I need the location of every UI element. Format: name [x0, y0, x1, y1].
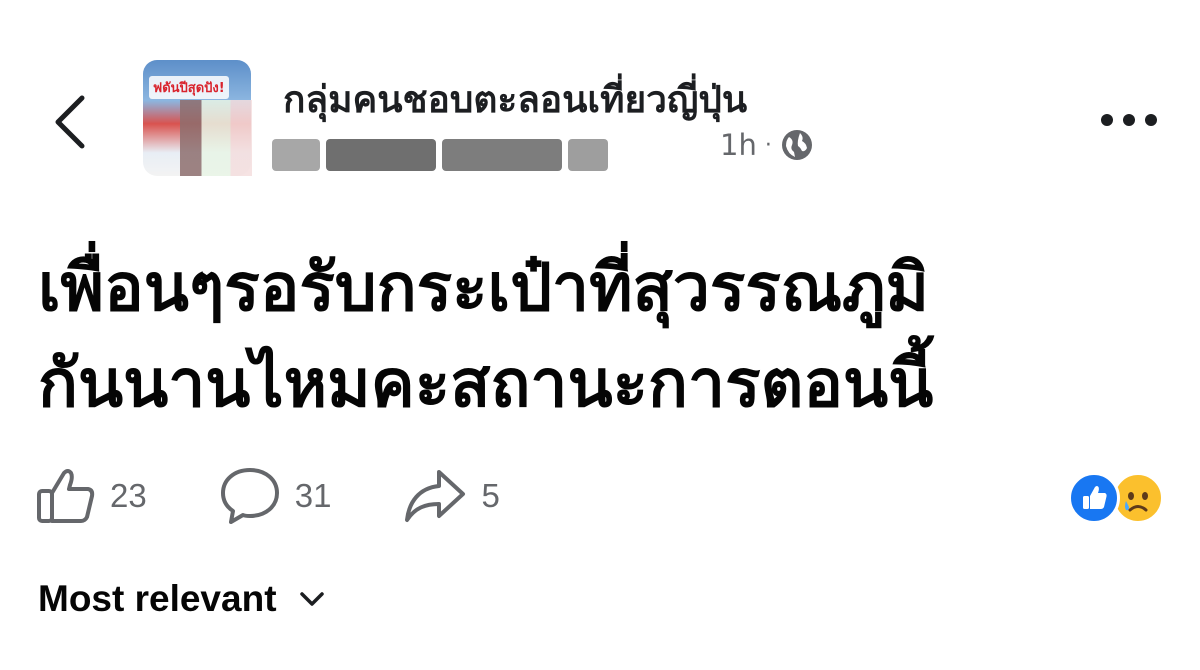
like-count: 23 — [110, 477, 147, 514]
share-button[interactable]: 5 — [403, 468, 500, 524]
like-reaction-icon — [1068, 472, 1120, 524]
redaction-block — [272, 139, 320, 171]
thumbs-up-icon — [37, 469, 95, 523]
post-action-bar: 23 31 5 — [36, 466, 572, 526]
chevron-left-icon — [55, 95, 85, 149]
post-detail-screen: ฟดันปีสุดปัง! กลุ่มคนชอบตะลอนเที่ยวญี่ปุ… — [0, 0, 1200, 670]
more-horizontal-icon — [1101, 114, 1157, 126]
globe-icon — [781, 130, 812, 160]
share-icon — [405, 470, 466, 522]
author-avatar[interactable] — [180, 100, 252, 176]
chevron-down-icon — [299, 592, 324, 606]
post-text-line: เพื่อนๆรอรับกระเป๋าที่สุวรรณภูมิ — [38, 249, 930, 326]
group-thumbnail-text: ฟดันปีสุดปัง! — [149, 76, 229, 99]
comment-button[interactable]: 31 — [219, 466, 332, 526]
separator-dot: · — [764, 132, 772, 158]
like-button[interactable]: 23 — [36, 467, 147, 525]
comment-count: 31 — [294, 477, 332, 514]
share-count: 5 — [481, 477, 500, 514]
post-body: เพื่อนๆรอรับกระเป๋าที่สุวรรณภูมิ กันนานไ… — [38, 240, 1168, 432]
redaction-block — [326, 139, 436, 171]
more-options-button[interactable] — [1094, 102, 1164, 138]
sort-label: Most relevant — [38, 578, 277, 619]
group-name[interactable]: กลุ่มคนชอบตะลอนเที่ยวญี่ปุ่น — [283, 70, 747, 129]
post-text-line: กันนานไหมคะสถานะการตอนนี้ — [38, 345, 934, 422]
redaction-block — [568, 139, 608, 171]
back-button[interactable] — [44, 86, 96, 158]
redaction-block — [442, 139, 562, 171]
post-timestamp: 1h · — [720, 128, 814, 162]
comment-icon — [220, 468, 279, 524]
author-name-redacted[interactable] — [272, 136, 627, 174]
reactions-summary[interactable] — [1068, 470, 1168, 524]
post-time-text: 1h — [720, 128, 757, 162]
comment-sort-dropdown[interactable]: Most relevant — [38, 578, 325, 620]
